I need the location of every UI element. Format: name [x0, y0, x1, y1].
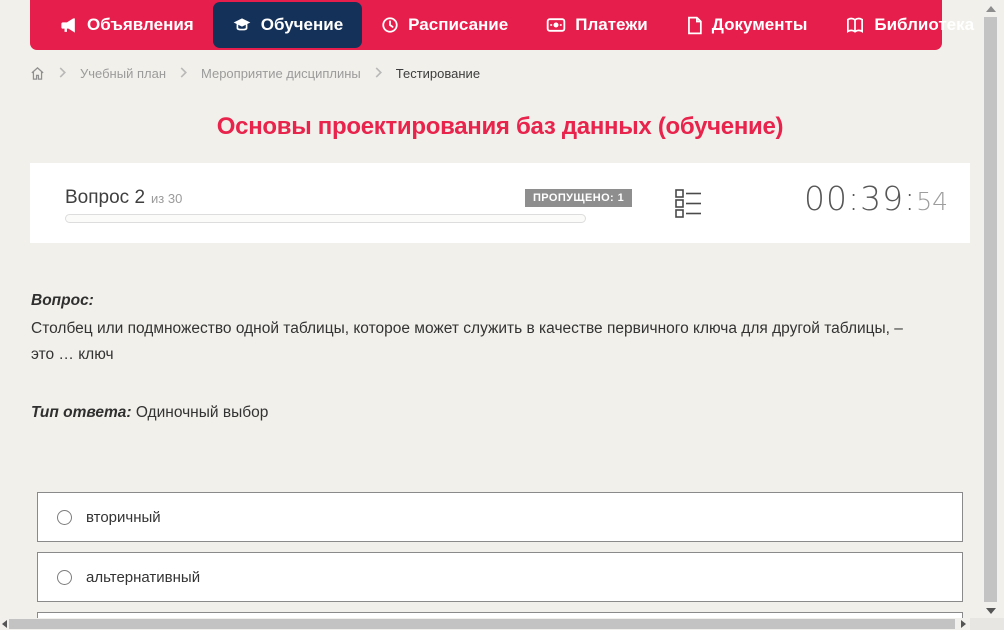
scroll-right-arrow-icon[interactable] [961, 620, 966, 628]
nav-item-label: Расписание [408, 15, 509, 34]
nav-item-label: Платежи [575, 15, 648, 34]
timer-minutes: 00:39: [803, 179, 917, 218]
breadcrumb-item-curriculum[interactable]: Учебный план [80, 66, 166, 81]
chevron-right-icon [58, 66, 67, 81]
home-icon[interactable] [30, 66, 45, 81]
vertical-scrollbar[interactable] [981, 0, 1000, 618]
chevron-right-icon [374, 66, 383, 81]
question-number-label: Вопрос 2 [65, 187, 146, 208]
vertical-scrollbar-thumb[interactable] [984, 17, 997, 602]
scroll-down-arrow-icon[interactable] [986, 608, 996, 614]
nav-item-label: Объявления [87, 15, 194, 34]
clock-icon [381, 16, 399, 34]
breadcrumb: Учебный план Мероприятие дисциплины Тест… [30, 62, 480, 84]
timer: 00:39:54 [804, 179, 948, 218]
nav-item-label: Обучение [260, 15, 344, 34]
radio-icon[interactable] [57, 509, 72, 525]
scroll-left-arrow-icon[interactable] [2, 620, 7, 628]
question-header-card: Вопрос 2 из 30 ПРОПУЩЕНО: 1 00:39:54 [30, 163, 970, 243]
question-counter: из 30 [151, 191, 183, 206]
nav-item-schedule[interactable]: Расписание [362, 2, 527, 48]
answer-type-line: Тип ответа: Одиночный выбор [31, 404, 268, 422]
nav-item-library[interactable]: Библиотека [826, 2, 1004, 48]
breadcrumb-item-discipline-event[interactable]: Мероприятие дисциплины [201, 66, 361, 81]
scroll-up-arrow-icon[interactable] [986, 6, 996, 12]
answer-option-2[interactable]: альтернативный [37, 552, 963, 602]
skipped-badge: ПРОПУЩЕНО: 1 [525, 189, 633, 207]
document-icon [686, 16, 703, 35]
chevron-right-icon [179, 66, 188, 81]
nav-item-label: Документы [711, 15, 808, 34]
question-list-icon[interactable] [675, 188, 702, 224]
question-label: Вопрос: [31, 292, 94, 309]
horizontal-scrollbar-thumb[interactable] [9, 619, 955, 629]
cash-icon [546, 16, 566, 34]
nav-item-label: Библиотека [874, 15, 975, 34]
page-title: Основы проектирования баз данных (обучен… [216, 113, 784, 140]
answer-type-value: Одиночный выбор [135, 404, 269, 421]
timer-seconds: 54 [916, 187, 948, 216]
nav-item-payments[interactable]: Платежи [527, 2, 667, 48]
nav-item-announcements[interactable]: Объявления [40, 2, 213, 48]
book-icon [845, 16, 865, 35]
question-number: Вопрос 2 из 30 [65, 187, 182, 209]
scrollbar-corner [970, 618, 1004, 630]
answer-option-1[interactable]: вторичный [37, 492, 963, 542]
answer-options: вторичный альтернативный [37, 492, 963, 630]
progress-bar [65, 214, 586, 223]
answer-option-label: вторичный [86, 508, 161, 526]
horizontal-scrollbar[interactable] [0, 618, 1004, 630]
radio-icon[interactable] [57, 569, 72, 585]
answer-type-label: Тип ответа: [31, 404, 132, 421]
megaphone-icon [59, 16, 78, 35]
main-navigation: Объявления Обучение Расписание Платежи Д… [30, 0, 998, 50]
nav-item-documents[interactable]: Документы [667, 2, 827, 48]
graduation-cap-icon [232, 15, 252, 35]
question-text: Столбец или подмножество одной таблицы, … [31, 320, 903, 363]
nav-item-learning[interactable]: Обучение [212, 2, 363, 48]
answer-option-label: альтернативный [86, 568, 201, 586]
breadcrumb-item-testing: Тестирование [395, 65, 481, 81]
